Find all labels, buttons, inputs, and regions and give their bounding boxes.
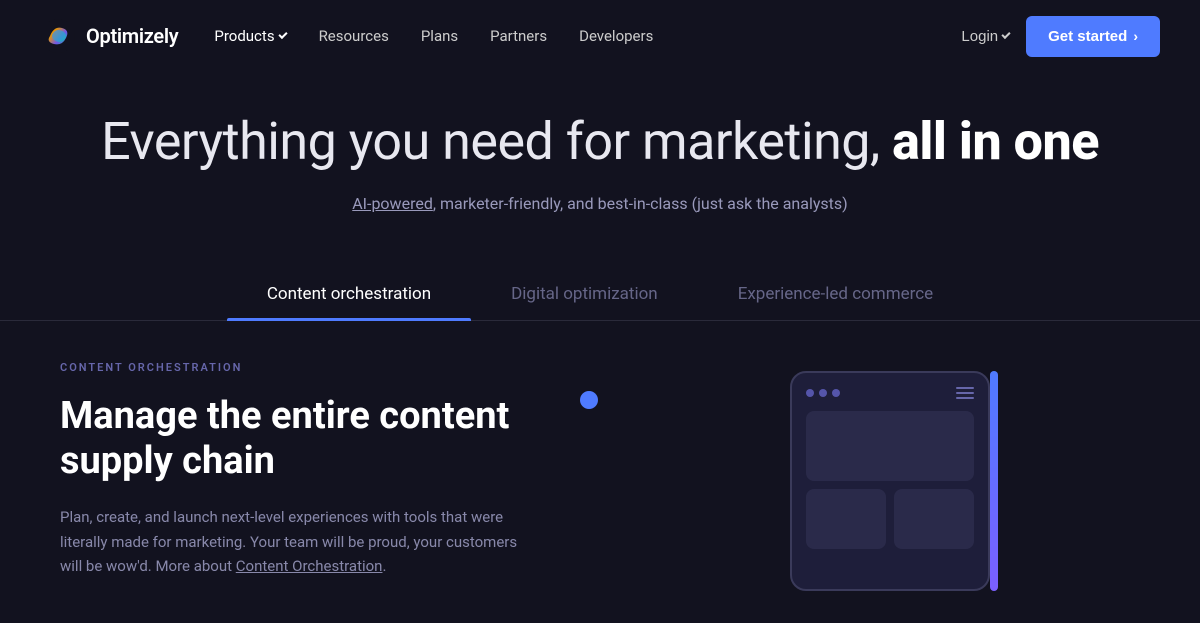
nav-links: Products Resources Plans Partners Develo… bbox=[214, 27, 653, 45]
accent-bar-decoration bbox=[990, 371, 998, 591]
content-right bbox=[600, 361, 1140, 591]
section-label: CONTENT ORCHESTRATION bbox=[60, 361, 540, 374]
content-section: CONTENT ORCHESTRATION Manage the entire … bbox=[0, 321, 1200, 591]
chevron-down-icon bbox=[1002, 30, 1011, 39]
blue-dot-decoration bbox=[580, 391, 598, 409]
logo-icon bbox=[40, 18, 76, 54]
section-body: Plan, create, and launch next-level expe… bbox=[60, 505, 540, 579]
menu-line-3 bbox=[956, 397, 974, 399]
logo-text: Optimizely bbox=[86, 24, 178, 48]
navbar: Optimizely Products Resources Plans Part… bbox=[0, 0, 1200, 72]
phone-illustration bbox=[750, 371, 990, 591]
tab-content-orchestration[interactable]: Content orchestration bbox=[227, 268, 471, 320]
navbar-left: Optimizely Products Resources Plans Part… bbox=[40, 18, 653, 54]
phone-content-block-main bbox=[806, 411, 974, 481]
navbar-right: Login Get started › bbox=[961, 16, 1160, 57]
phone-dot-3 bbox=[832, 389, 840, 397]
hero-section: Everything you need for marketing, all i… bbox=[0, 72, 1200, 236]
phone-content-small-right bbox=[894, 489, 974, 549]
phone-dots bbox=[806, 389, 840, 397]
phone-dot-1 bbox=[806, 389, 814, 397]
nav-item-products[interactable]: Products bbox=[214, 27, 286, 45]
tabs-container: Content orchestration Digital optimizati… bbox=[0, 268, 1200, 321]
section-heading: Manage the entire content supply chain bbox=[60, 394, 540, 485]
nav-item-developers[interactable]: Developers bbox=[579, 27, 653, 45]
phone-top-bar bbox=[806, 387, 974, 399]
get-started-button[interactable]: Get started › bbox=[1026, 16, 1160, 57]
chevron-down-icon bbox=[278, 30, 287, 39]
nav-item-plans[interactable]: Plans bbox=[421, 27, 458, 45]
arrow-right-icon: › bbox=[1133, 28, 1138, 44]
nav-item-partners[interactable]: Partners bbox=[490, 27, 547, 45]
tab-experience-led-commerce[interactable]: Experience-led commerce bbox=[698, 268, 973, 320]
tab-digital-optimization[interactable]: Digital optimization bbox=[471, 268, 698, 320]
hero-subtitle: AI-powered, marketer-friendly, and best-… bbox=[40, 192, 1160, 216]
content-orchestration-link[interactable]: Content Orchestration bbox=[236, 557, 383, 575]
phone-content-row bbox=[806, 489, 974, 549]
login-button[interactable]: Login bbox=[961, 28, 1010, 45]
phone-dot-2 bbox=[819, 389, 827, 397]
nav-item-resources[interactable]: Resources bbox=[319, 27, 389, 45]
content-left: CONTENT ORCHESTRATION Manage the entire … bbox=[60, 361, 540, 579]
phone-menu-icon bbox=[956, 387, 974, 399]
hero-title: Everything you need for marketing, all i… bbox=[40, 112, 1160, 172]
menu-line-1 bbox=[956, 387, 974, 389]
menu-line-2 bbox=[956, 392, 974, 394]
phone-content-small-left bbox=[806, 489, 886, 549]
ai-powered-link[interactable]: AI-powered bbox=[352, 194, 433, 213]
phone-mockup bbox=[790, 371, 990, 591]
logo[interactable]: Optimizely bbox=[40, 18, 178, 54]
